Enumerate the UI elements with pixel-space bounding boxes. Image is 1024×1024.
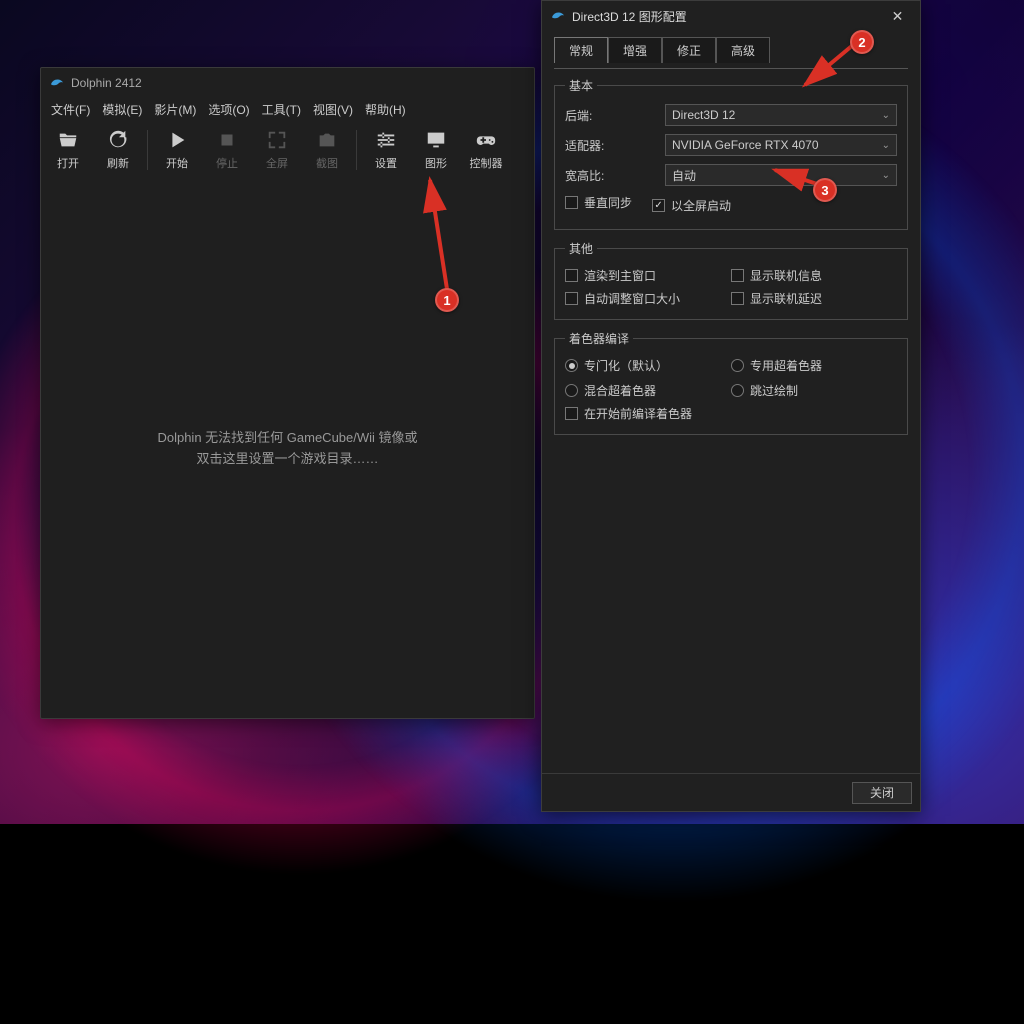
annotation-arrows [0, 0, 1024, 824]
tab-general[interactable]: 常规 [554, 37, 608, 63]
